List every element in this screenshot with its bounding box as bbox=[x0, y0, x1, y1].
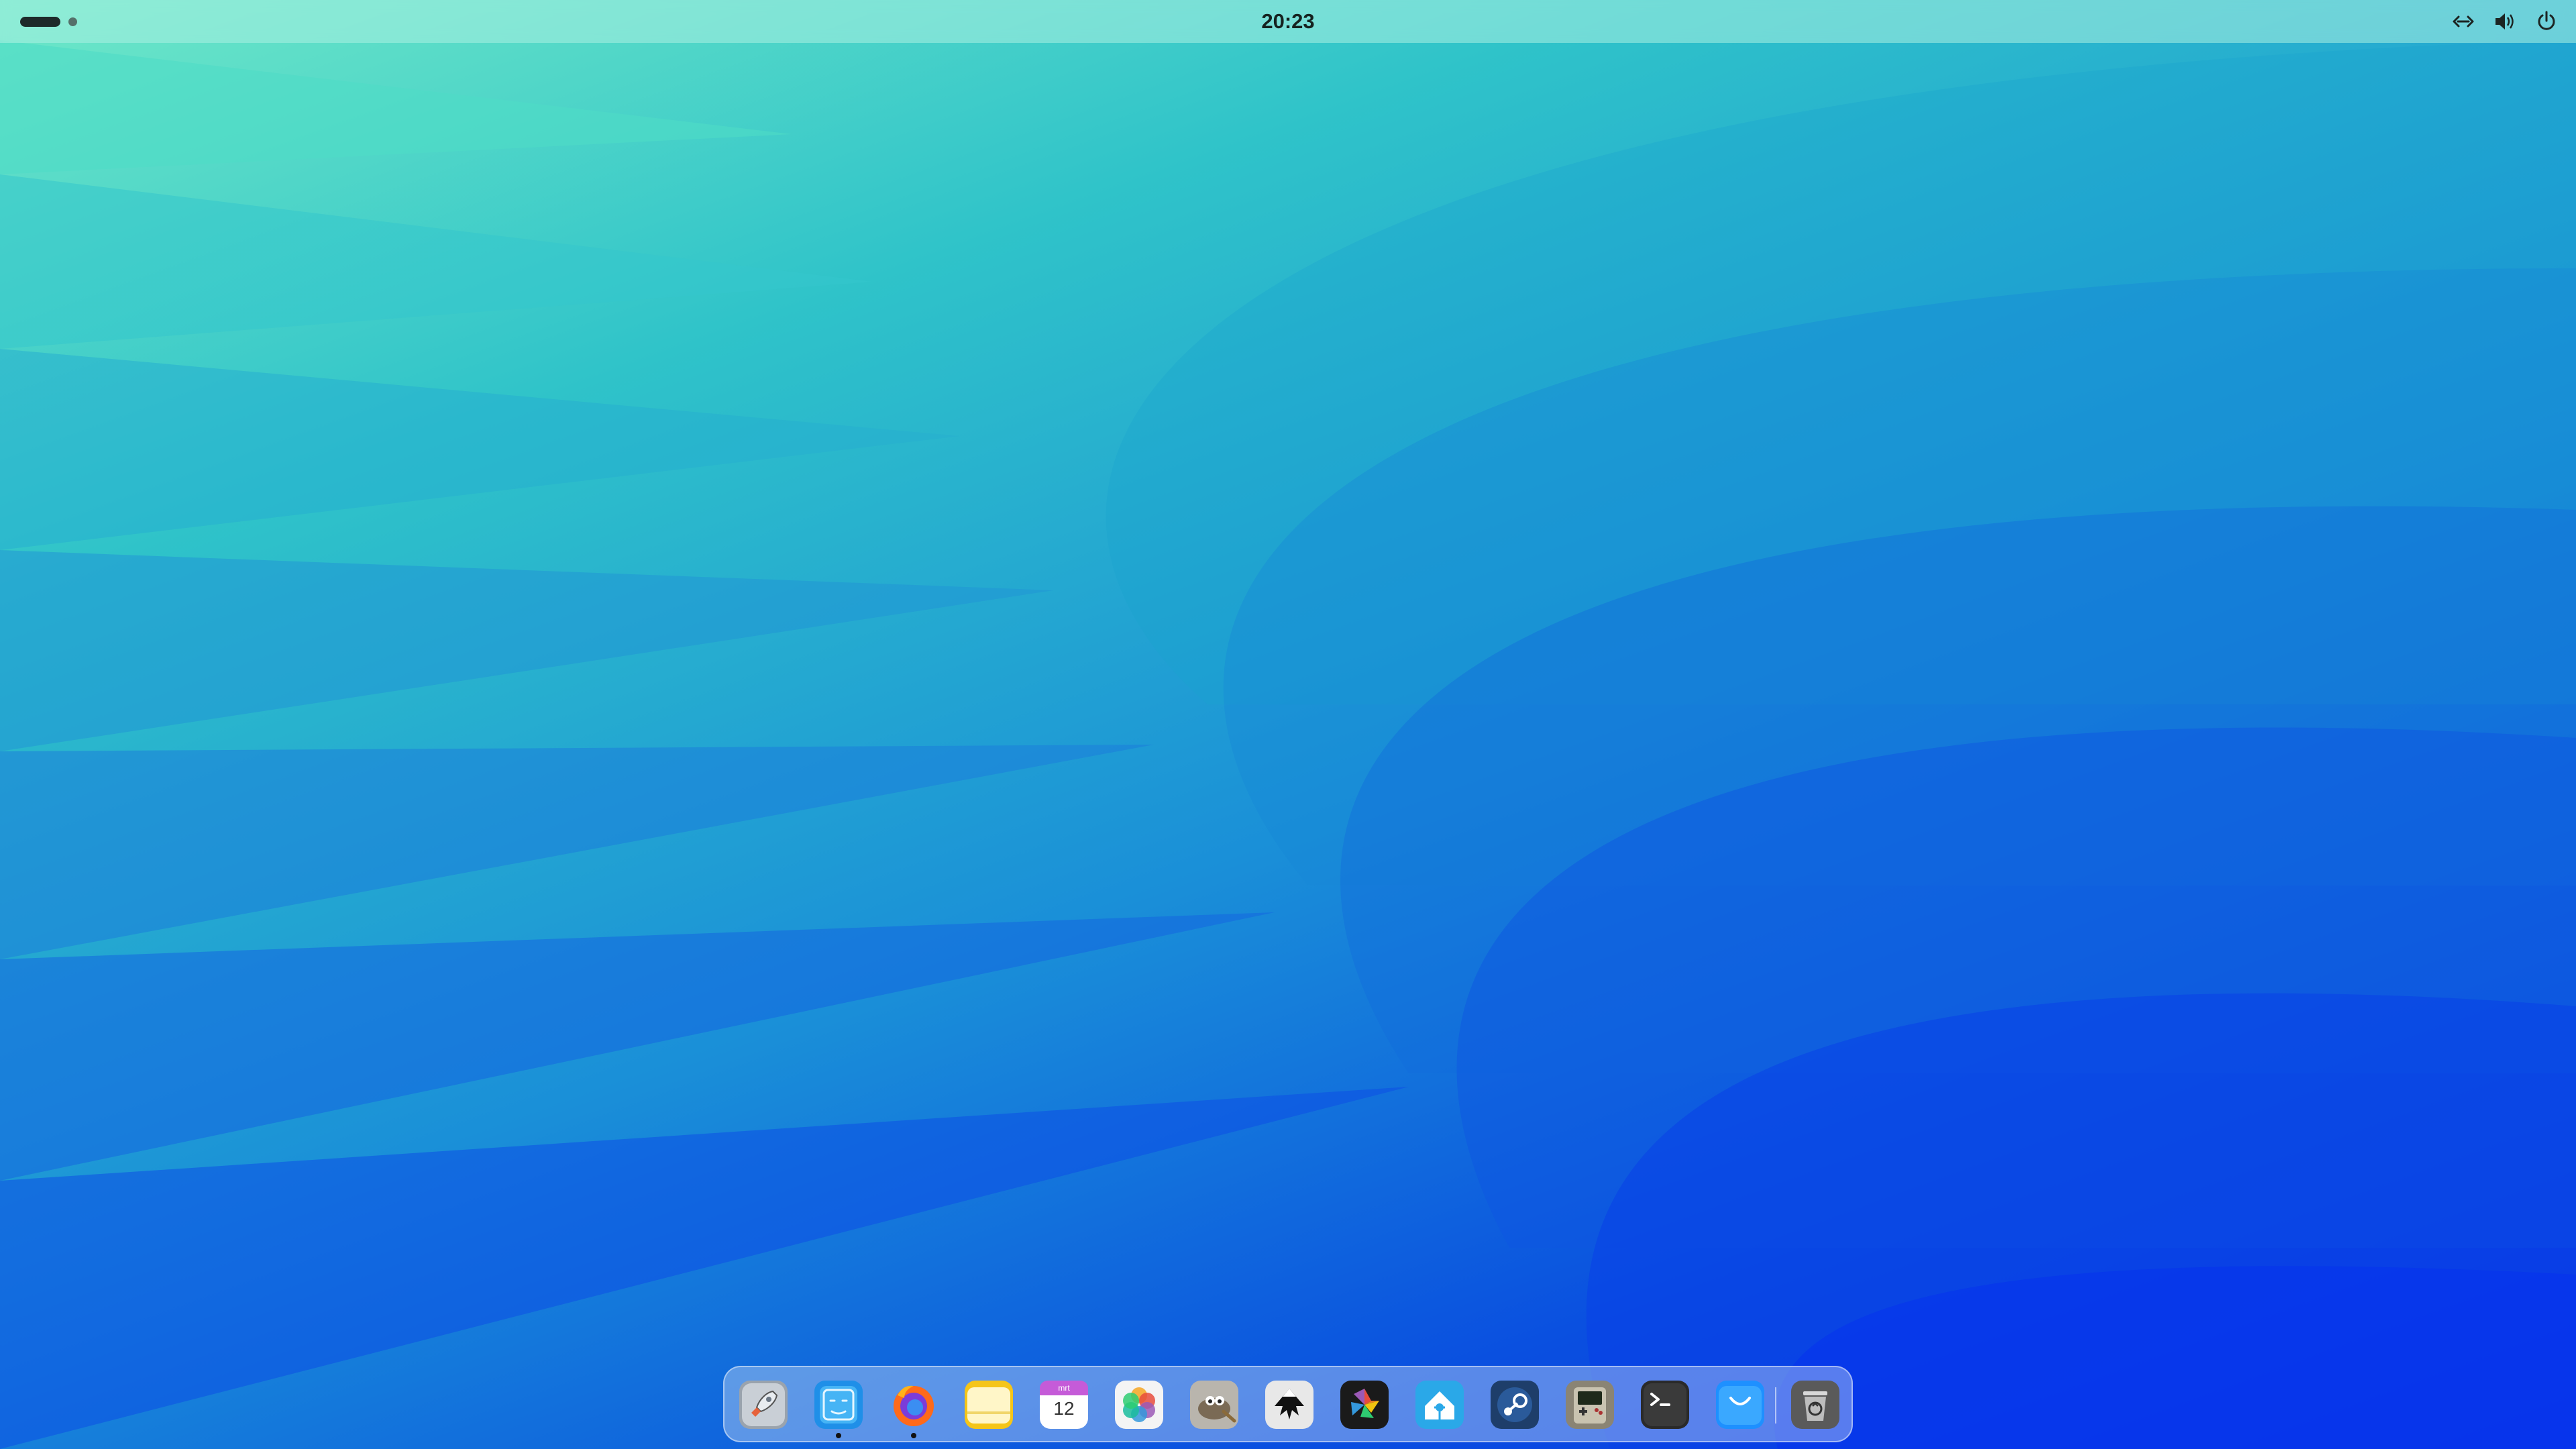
dock-item-steam[interactable] bbox=[1491, 1381, 1539, 1429]
dock-separator bbox=[1775, 1387, 1776, 1424]
clock[interactable]: 20:23 bbox=[0, 0, 2576, 43]
running-indicator bbox=[836, 1433, 841, 1438]
terminal-icon bbox=[1641, 1381, 1689, 1429]
rocket-icon bbox=[739, 1381, 788, 1429]
dock-item-app-store[interactable] bbox=[1716, 1381, 1764, 1429]
dock-item-launchpad[interactable] bbox=[739, 1381, 788, 1429]
top-bar: 20:23 bbox=[0, 0, 2576, 43]
dock-item-calendar[interactable]: mrt 12 bbox=[1040, 1381, 1088, 1429]
system-tray[interactable] bbox=[2451, 9, 2559, 34]
network-wired-icon[interactable] bbox=[2451, 9, 2475, 34]
firefox-icon bbox=[894, 1385, 934, 1426]
gimp-icon bbox=[1190, 1381, 1238, 1429]
notes-icon bbox=[965, 1381, 1013, 1429]
dock-item-photos[interactable] bbox=[1115, 1381, 1163, 1429]
finder-icon bbox=[814, 1381, 863, 1429]
steam-icon bbox=[1491, 1381, 1539, 1429]
power-icon[interactable] bbox=[2534, 9, 2559, 34]
dock-item-inkscape[interactable] bbox=[1265, 1381, 1313, 1429]
wallpaper bbox=[0, 40, 2576, 1449]
dock-item-gimp[interactable] bbox=[1190, 1381, 1238, 1429]
inkscape-icon bbox=[1265, 1381, 1313, 1429]
photos-icon bbox=[1115, 1381, 1163, 1429]
dock-item-trash[interactable] bbox=[1791, 1381, 1839, 1429]
dock-item-gameboy[interactable] bbox=[1566, 1381, 1614, 1429]
desktop[interactable]: 20:23 mrt 12 bbox=[0, 0, 2576, 1449]
trash-icon bbox=[1791, 1381, 1839, 1429]
aperture-icon bbox=[1340, 1381, 1389, 1429]
dock-item-home-assistant[interactable] bbox=[1415, 1381, 1464, 1429]
dock-item-files[interactable] bbox=[814, 1381, 863, 1438]
dock-item-darktable[interactable] bbox=[1340, 1381, 1389, 1429]
dock-item-notes[interactable] bbox=[965, 1381, 1013, 1429]
dock-item-terminal[interactable] bbox=[1641, 1381, 1689, 1429]
dock: mrt 12 bbox=[723, 1366, 1853, 1442]
calendar-day: 12 bbox=[1053, 1398, 1075, 1419]
calendar-month: mrt bbox=[1058, 1383, 1070, 1393]
dock-item-firefox[interactable] bbox=[890, 1381, 938, 1438]
running-indicator bbox=[911, 1433, 916, 1438]
volume-icon[interactable] bbox=[2493, 9, 2517, 34]
home-assistant-icon bbox=[1415, 1381, 1464, 1429]
store-bag-icon bbox=[1716, 1381, 1764, 1429]
gameboy-icon bbox=[1566, 1381, 1614, 1429]
